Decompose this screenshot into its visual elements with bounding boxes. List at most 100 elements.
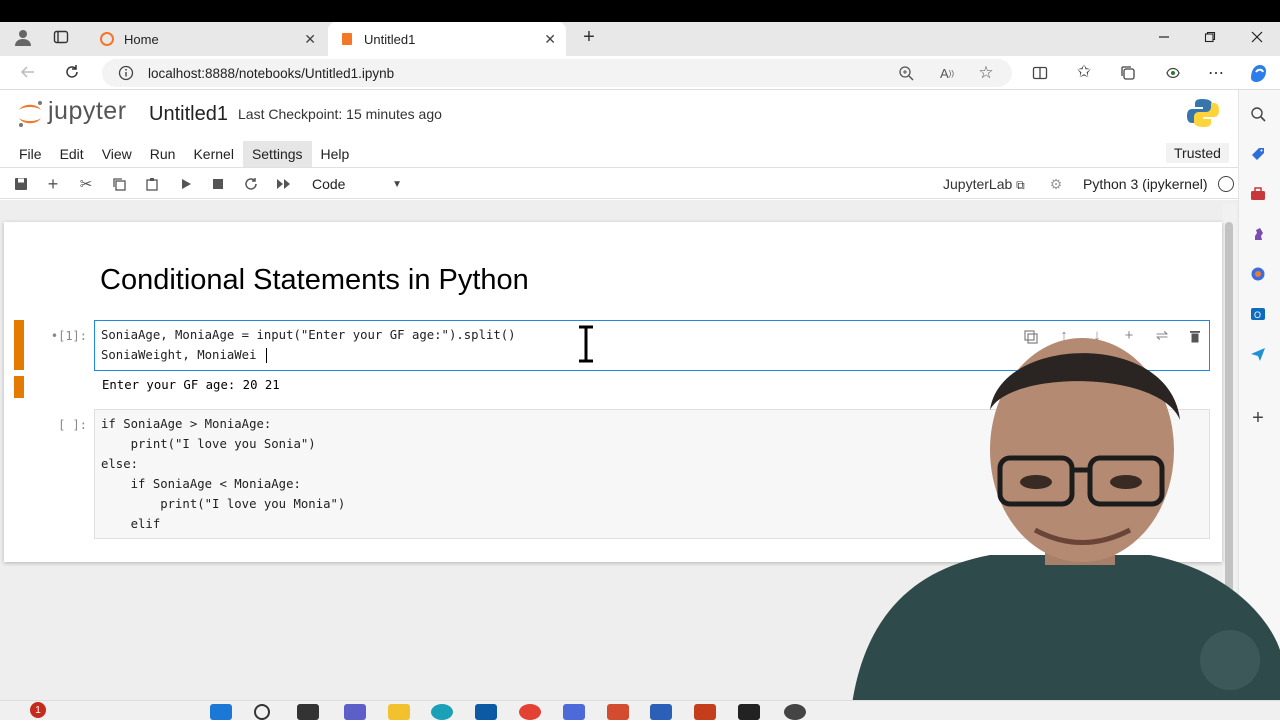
cell2-prompt: [ ]: — [58, 418, 87, 432]
refresh-icon[interactable] — [62, 62, 82, 82]
copy-icon[interactable] — [110, 175, 128, 193]
chevron-down-icon: ▼ — [392, 178, 402, 190]
restart-kernel-icon[interactable] — [242, 175, 260, 193]
run-cell-icon[interactable] — [177, 175, 195, 193]
windows-taskbar — [0, 700, 1280, 720]
kernel-name[interactable]: Python 3 (ipykernel) — [1083, 176, 1208, 192]
chrome-icon[interactable] — [519, 704, 541, 720]
start-icon[interactable] — [210, 704, 232, 720]
copilot-icon[interactable] — [1246, 61, 1270, 85]
kernel-status-icon — [1218, 176, 1234, 192]
minimize-icon[interactable] — [1152, 26, 1176, 48]
app-icon-3[interactable] — [784, 704, 806, 720]
site-info-icon[interactable] — [116, 63, 136, 83]
cut-icon[interactable]: ✂ — [77, 175, 95, 193]
trusted-indicator[interactable]: Trusted — [1166, 143, 1229, 163]
settings-gear-icon[interactable]: ⚙ — [1047, 176, 1065, 192]
back-icon[interactable] — [18, 62, 38, 82]
cell2-line-6[interactable]: elif — [101, 517, 161, 531]
menu-run[interactable]: Run — [141, 141, 185, 167]
sidebar-m365-icon[interactable] — [1248, 264, 1268, 284]
text-cursor-icon — [574, 324, 598, 364]
sidebar-outlook-icon[interactable]: O — [1248, 304, 1268, 324]
close-tab-icon[interactable]: ✕ — [304, 31, 316, 48]
add-cell-icon[interactable]: + — [44, 174, 62, 194]
notebook-favicon-icon — [340, 32, 354, 46]
teams-icon[interactable] — [344, 704, 366, 720]
cell2-line-4[interactable]: if SoniaAge < MoniaAge: — [101, 477, 301, 491]
edge-icon[interactable] — [431, 704, 453, 720]
extensions-icon[interactable] — [1162, 63, 1184, 83]
jupyter-logo-icon[interactable] — [16, 98, 44, 130]
menu-bar: File Edit View Run Kernel Settings Help — [0, 140, 1238, 168]
menu-file[interactable]: File — [10, 141, 51, 167]
more-menu-icon[interactable]: ⋯ — [1206, 63, 1226, 83]
markdown-heading: Conditional Statements in Python — [100, 264, 529, 296]
svg-text:O: O — [1254, 310, 1261, 320]
restart-run-all-icon[interactable] — [275, 175, 293, 193]
restore-icon[interactable] — [1198, 26, 1222, 48]
cell1-line-1[interactable]: SoniaAge, MoniaAge = input("Enter your G… — [101, 328, 516, 342]
word-icon[interactable] — [650, 704, 672, 720]
jupyter-favicon-icon — [100, 32, 114, 46]
close-tab-icon[interactable]: ✕ — [544, 31, 556, 48]
menu-settings[interactable]: Settings — [242, 140, 312, 167]
jupyterlab-link[interactable]: JupyterLab ⧉ — [943, 176, 1025, 193]
powerpoint-icon[interactable] — [694, 704, 716, 720]
sidebar-games-icon[interactable] — [1248, 224, 1268, 244]
interrupt-kernel-icon[interactable] — [209, 175, 227, 193]
terminal-icon[interactable] — [738, 704, 760, 720]
close-window-icon[interactable] — [1245, 26, 1269, 48]
menu-kernel[interactable]: Kernel — [184, 141, 242, 167]
zoom-icon[interactable] — [896, 63, 916, 83]
file-explorer-icon[interactable] — [388, 704, 410, 720]
jupyter-logo-text: jupyter — [48, 97, 127, 125]
menu-view[interactable]: View — [93, 141, 141, 167]
tab-untitled1[interactable]: Untitled1 ✕ — [328, 22, 566, 56]
favorites-icon[interactable]: ✩ — [1074, 62, 1094, 82]
text-caret — [266, 348, 267, 363]
python-logo-icon — [1186, 97, 1220, 129]
active-output-bar — [14, 376, 24, 398]
sidebar-search-icon[interactable] — [1248, 104, 1268, 124]
url-text: localhost:8888/notebooks/Untitled1.ipynb — [148, 65, 395, 81]
collections-icon[interactable] — [1118, 63, 1138, 83]
store-icon[interactable] — [475, 704, 497, 720]
external-link-icon: ⧉ — [1016, 178, 1025, 192]
app-icon-2[interactable] — [607, 704, 629, 720]
url-field[interactable]: localhost:8888/notebooks/Untitled1.ipynb — [102, 59, 1012, 87]
sidebar-shopping-icon[interactable] — [1248, 144, 1268, 164]
save-icon[interactable] — [12, 175, 30, 193]
cell-type-select[interactable]: Code ▼ — [312, 174, 402, 194]
cell2-line-5[interactable]: print("I love you Monia") — [101, 497, 345, 511]
checkpoint-status: Last Checkpoint: 15 minutes ago — [238, 106, 442, 122]
notification-badge[interactable]: 1 — [30, 702, 46, 718]
cell1-output: Enter your GF age: 20 21 — [102, 378, 280, 392]
profile-icon[interactable] — [12, 26, 34, 48]
cell-type-value: Code — [312, 176, 346, 192]
read-aloud-icon[interactable]: A)) — [936, 63, 958, 83]
tab-untitled1-label: Untitled1 — [364, 31, 416, 47]
sidebar-tools-icon[interactable] — [1248, 184, 1268, 204]
cell1-line-2[interactable]: SoniaWeight, MoniaWei — [101, 348, 256, 362]
cell2-line-2[interactable]: print("I love you Sonia") — [101, 437, 316, 451]
cell2-line-1[interactable]: if SoniaAge > MoniaAge: — [101, 417, 271, 431]
split-screen-icon[interactable] — [1030, 63, 1050, 83]
menu-help[interactable]: Help — [312, 141, 359, 167]
tab-actions-icon[interactable] — [50, 26, 72, 48]
menu-edit[interactable]: Edit — [51, 141, 93, 167]
app-icon[interactable] — [563, 704, 585, 720]
paste-icon[interactable] — [143, 175, 161, 193]
new-tab-button[interactable]: + — [578, 26, 600, 48]
notebook-title[interactable]: Untitled1 — [149, 103, 228, 126]
cell1-prompt: •[1]: — [50, 329, 87, 343]
taskbar-search-icon[interactable] — [254, 704, 270, 720]
jupyterlab-label: JupyterLab — [943, 176, 1013, 192]
task-view-icon[interactable] — [297, 704, 319, 720]
tab-home-label: Home — [124, 31, 159, 47]
cell2-line-3[interactable]: else: — [101, 457, 138, 471]
active-cell-bar — [14, 320, 24, 370]
webcam-overlay — [850, 330, 1280, 720]
tab-home[interactable]: Home ✕ — [88, 22, 326, 56]
favorite-star-icon[interactable]: ☆ — [976, 63, 996, 83]
